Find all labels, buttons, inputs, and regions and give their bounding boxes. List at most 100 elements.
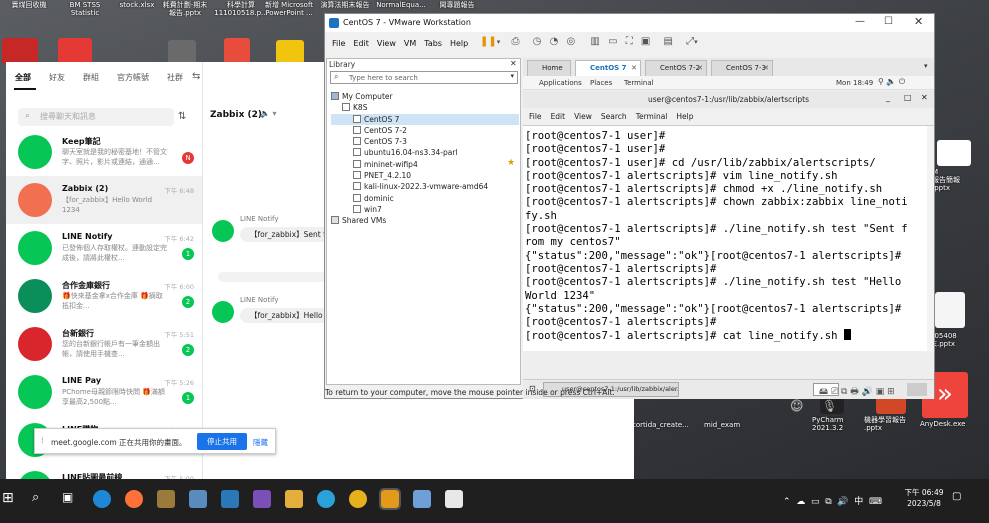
firefox-icon[interactable] [125,490,143,508]
notification-icon[interactable]: ▢ [952,491,961,502]
desktop-icon-label[interactable]: 新增 Microsoft PowerPoint ... [262,1,316,17]
mic-icon[interactable]: 🎙 [822,399,837,413]
terminal-menu-search[interactable]: Search [601,112,627,121]
system-tray-icons[interactable]: ⚲ 🔈 ⏻ [878,77,905,87]
pause-icon[interactable]: ❚❚ [480,36,497,47]
unity-icon[interactable]: ▣ [641,36,650,47]
console-icon[interactable]: ▤ [664,36,673,47]
vm-tree-item[interactable]: kali-linux-2022.3-vmware-amd64 [331,181,519,192]
chevron-down-icon[interactable]: ▾ [510,72,514,80]
pptx-icon[interactable] [935,292,965,328]
library-view-icon[interactable]: ▥ [590,36,599,47]
stop-sharing-button[interactable]: 停止共用 [197,433,247,450]
desktop-icon-label[interactable]: PyCharm 2021.3.2 [812,416,870,432]
terminal-menu-help[interactable]: Help [676,112,693,121]
hide-share-button[interactable]: 隱藏 [253,437,268,448]
vm-tree-item[interactable]: PNET_4.2.10 [331,170,519,181]
stretch-icon[interactable]: ⤢ [686,36,694,47]
desktop-icon-label[interactable]: M 報告簡報 .pptx [932,168,989,192]
favorite-star-icon[interactable]: ★ [507,158,515,168]
terminal-minimize-button[interactable]: _ [886,93,890,102]
notepad-icon[interactable] [445,490,463,508]
chat-list-item[interactable]: Keep筆記 聊天室就是我的秘密基地！不管文字、照片，影片或連結，通通... N [6,128,202,176]
vscode-icon[interactable] [221,490,239,508]
places-menu[interactable]: Places [590,79,612,87]
desktop-icon-label[interactable]: cortida_create... [632,421,690,429]
vm-tab[interactable]: Home [527,60,571,76]
tab-0[interactable]: 全部 [6,72,40,83]
snapshot-icon[interactable]: ◷ [533,36,542,47]
tab-close-icon[interactable]: ✕ [763,61,769,76]
visual-studio-icon[interactable] [253,490,271,508]
vm-tree-item[interactable]: CentOS 7-2 [331,125,519,136]
vm-tab[interactable]: CentOS 7 ✕ [575,60,641,76]
terminal-maximize-button[interactable]: □ [904,93,912,102]
vm-tree-item[interactable]: CentOS 7-3 [331,136,519,147]
pdf-icon[interactable] [58,38,92,64]
minimize-button[interactable]: — [855,16,865,27]
app-icon[interactable] [276,40,304,64]
desktop-icon-label[interactable]: BM STSS Statistic [58,1,112,17]
search-icon[interactable]: ⌕ [32,490,50,508]
terminal-menu-terminal[interactable]: Terminal [636,112,668,121]
tab-3[interactable]: 官方帳號 [108,72,158,83]
terminal-close-button[interactable]: ✕ [921,93,928,102]
desktop-icon-label[interactable]: AnyDesk.exe [920,420,978,428]
chat-list-item[interactable]: 合作金庫銀行 🎁快來基金拿x合作金庫 🎁摘取抵扣金... 下午 6:00 2 [6,272,202,320]
app-icon[interactable] [413,490,431,508]
vm-tree-item[interactable]: dominic [331,193,519,204]
sort-icon[interactable]: ⇅ [178,111,186,122]
device-icons[interactable]: 🖴 ⎚ ⧉ 🖶 🔊 ▣ ⊞ [819,384,895,400]
revert-icon[interactable]: ◔ [550,36,559,47]
vm-tree-item[interactable]: ubuntu16.04-ns3.34-parl [331,147,519,158]
pptx-icon[interactable] [937,140,971,166]
vm-tab[interactable]: CentOS 7-3 ✕ [711,60,773,76]
clock-time[interactable]: 下午 06:49 [902,487,946,498]
terminal-scrollbar[interactable] [927,126,934,352]
menu-edit[interactable]: Edit [353,39,369,48]
vm-console[interactable]: Home CentOS 7 ✕ CentOS 7-2 ✕ CentOS 7-3 ✕ ▾ Ap… [523,58,934,399]
message-avatar[interactable] [212,301,234,323]
desktop-icon-label[interactable]: mid_exam [704,421,762,429]
vmware-icon[interactable] [379,488,401,510]
fullscreen-icon[interactable]: ⛶ [626,36,633,47]
desktop-icon-label[interactable]: NormalEqua... [374,1,428,9]
emoji-icon[interactable]: ☺ [790,399,804,414]
clock-date[interactable]: 2023/5/8 [902,499,946,508]
snipping-icon[interactable] [189,490,207,508]
desktop-icon-label[interactable]: 聞專題報告 [430,1,484,9]
desktop-icon-label[interactable]: 科學計算 111010518.p... [214,1,268,17]
desktop-icon-label[interactable]: 耗費計劃-期末 報告.pptx [158,1,212,17]
pdf-icon[interactable] [2,38,38,64]
manage-snapshot-icon[interactable]: ◎ [567,36,576,47]
thumbnail-icon[interactable]: ▭ [608,36,617,47]
edge-icon[interactable] [93,490,111,508]
tab-1[interactable]: 好友 [40,72,74,83]
close-button[interactable]: ✕ [914,15,923,28]
vm-tab[interactable]: CentOS 7-2 ✕ [645,60,707,76]
terminal-view[interactable]: [root@centos7-1 user]# [root@centos7-1 us… [523,125,934,352]
desktop-icon-label[interactable]: 賣煤回收機 [2,1,56,9]
menu-tabs[interactable]: Tabs [424,39,442,48]
chrome-icon[interactable] [349,490,367,508]
app-icon[interactable] [157,490,175,508]
chat-list-item[interactable]: Zabbix (2) 【for_zabbix】Hello World 1234 下午… [6,176,202,224]
vm-tree-item[interactable]: Shared VMs [331,215,519,226]
chat-search-input[interactable]: 搜尋聊天和訊息 [18,108,174,126]
app-icon[interactable] [168,40,196,64]
tab-2[interactable]: 群組 [74,72,108,83]
terminal-menu-file[interactable]: File [529,112,542,121]
terminal-menu-view[interactable]: View [574,112,592,121]
desktop-icon-label[interactable]: stock.xlsx [110,1,164,9]
desktop-icon-label[interactable]: 105408 末.pptx [930,332,988,348]
menu-help[interactable]: Help [450,39,468,48]
terminal-app-menu[interactable]: Terminal [624,79,654,87]
chat-list-item[interactable]: LINE Notify 已發佈個人存取權杖。連動設定完成後，請將此權杖... 下午 … [6,224,202,272]
telegram-icon[interactable] [317,490,335,508]
message-bubble[interactable]: 【for_zabbix】Sent fr [240,227,332,242]
menu-vm[interactable]: VM [404,39,416,48]
chat-list-item[interactable]: 台新銀行 您的台新銀行帳戶有一筆金額出帳，請使用手機查... 下午 5:51 2 [6,320,202,368]
tab-close-icon[interactable]: ✕ [697,61,703,76]
file-explorer-icon[interactable] [285,490,303,508]
terminal-menu-edit[interactable]: Edit [551,112,566,121]
